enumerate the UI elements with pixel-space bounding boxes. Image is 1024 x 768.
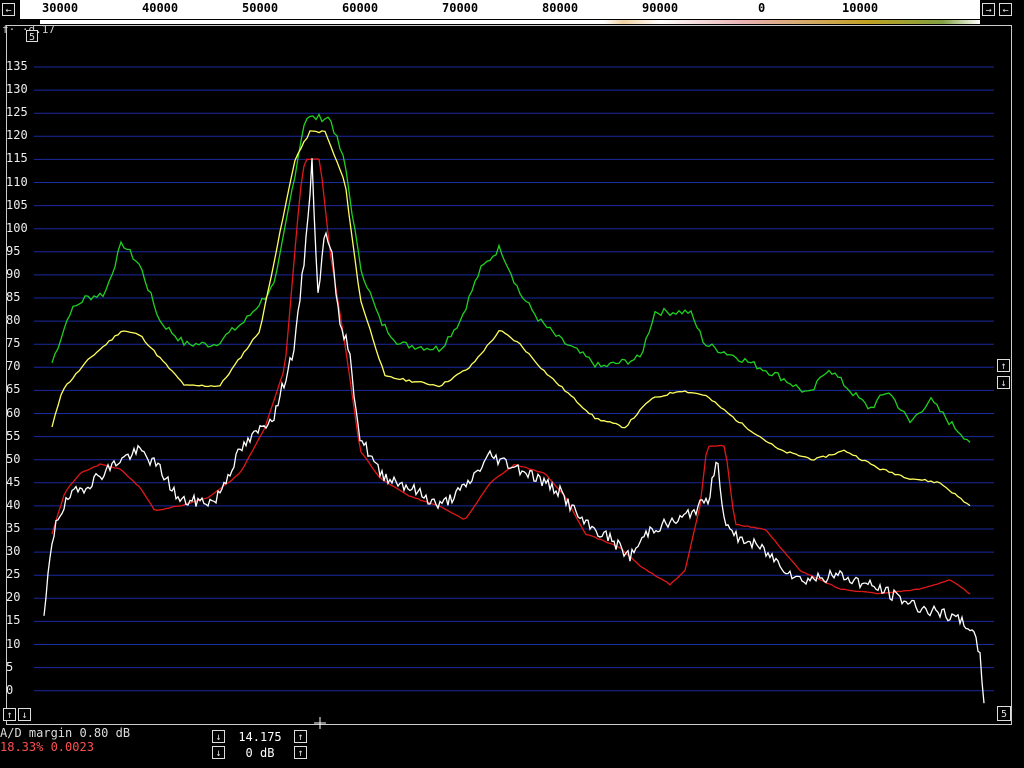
param1-down-button[interactable]: ↓ [212, 730, 225, 743]
down-arrow-icon: ↓ [1000, 378, 1007, 389]
percent-status: 18.33% 0.0023 [0, 740, 94, 754]
y-tick-label: 85 [6, 290, 21, 304]
y-tick-label: 60 [6, 405, 21, 420]
y-tick-label: 80 [6, 313, 21, 328]
y-tick-label: 35 [6, 521, 21, 535]
gain-down-button[interactable]: ↓ [997, 376, 1010, 389]
down-arrow-icon: ↓ [215, 732, 222, 743]
up-arrow-icon: ↑ [297, 732, 304, 743]
param2-up-button[interactable]: ↑ [294, 746, 307, 759]
down-arrow-icon: ↓ [21, 710, 28, 721]
y-tick-label: 10 [6, 636, 21, 651]
param2-value[interactable]: 0 dB [228, 746, 292, 760]
y-tick-label: 120 [6, 128, 28, 143]
y-tick-label: 15 [6, 613, 21, 628]
param1-value[interactable]: 14.175 [228, 730, 292, 744]
y-tick-label: 110 [6, 174, 28, 189]
right-corner-box[interactable]: 5 [997, 706, 1011, 721]
y-tick-label: 55 [6, 428, 21, 443]
plot-band [440, 40, 591, 680]
y-tick-label: 70 [6, 359, 21, 374]
y-tick-label: 45 [6, 474, 21, 489]
y-tick-label: 20 [6, 590, 21, 605]
parameter-controls: ↓ 14.175 ↑ ↓ 0 dB ↑ [212, 729, 308, 763]
y-tick-label: 50 [6, 451, 21, 466]
spectrum-plot[interactable] [0, 0, 1024, 768]
zoom-down-button[interactable]: ↓ [18, 708, 31, 721]
down-arrow-icon: ↓ [215, 748, 222, 759]
ad-margin-status: A/D margin 0.80 dB [0, 726, 131, 740]
zoom-up-button[interactable]: ↑ [3, 708, 16, 721]
y-tick-label: 130 [6, 82, 28, 97]
param1-up-button[interactable]: ↑ [294, 730, 307, 743]
y-tick-label: 100 [6, 220, 28, 235]
param2-down-button[interactable]: ↓ [212, 746, 225, 759]
y-tick-label: 40 [6, 497, 21, 512]
y-tick-label: 30 [6, 544, 21, 559]
y-tick-label: 115 [6, 151, 28, 166]
y-tick-label: 90 [6, 266, 21, 281]
y-tick-label: 65 [6, 382, 21, 397]
y-tick-label: 105 [6, 197, 28, 212]
up-arrow-icon: ↑ [1000, 361, 1007, 372]
y-tick-label: 0 [6, 682, 14, 697]
y-tick-label: 75 [6, 336, 21, 351]
gain-up-button[interactable]: ↑ [997, 359, 1010, 372]
up-arrow-icon: ↑ [6, 710, 13, 721]
y-tick-label: 25 [6, 567, 21, 582]
y-tick-label: 125 [6, 105, 28, 120]
crosshair-cursor-icon [314, 717, 326, 729]
y-tick-label: 95 [6, 243, 21, 258]
right-corner-box-label: 5 [1000, 709, 1008, 720]
y-tick-label: 135 [6, 59, 28, 73]
up-arrow-icon: ↑ [297, 748, 304, 759]
y-tick-label: 5 [6, 659, 14, 674]
